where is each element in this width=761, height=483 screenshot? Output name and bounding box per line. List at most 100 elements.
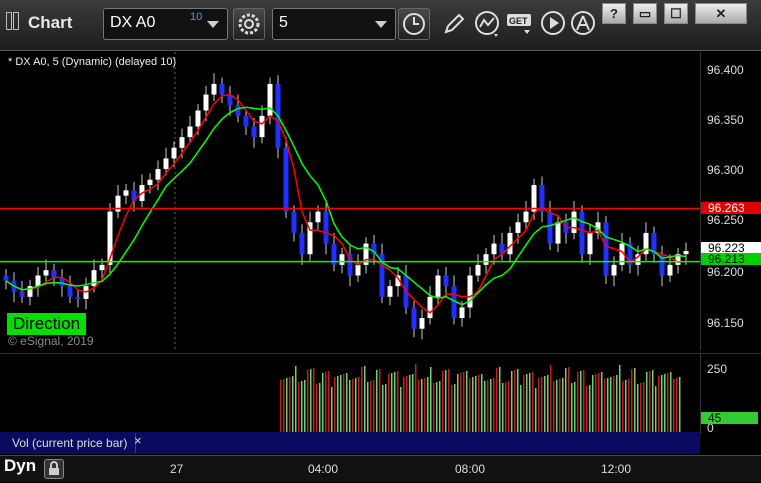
volume-bar (367, 382, 369, 432)
volume-bar (643, 382, 645, 432)
candle-body (115, 195, 121, 212)
price-chart[interactable] (0, 52, 700, 350)
volume-bar (604, 379, 606, 432)
time-button[interactable] (398, 8, 430, 40)
volume-bar (541, 377, 543, 432)
volume-bar (631, 369, 633, 432)
volume-bar (436, 382, 438, 432)
volume-bar (460, 373, 462, 432)
candle-body (491, 243, 497, 255)
price-axis[interactable]: 96.400 96.350 96.300 96.250 96.200 96.15… (700, 52, 761, 350)
candle-body (419, 318, 425, 329)
candle-body (251, 126, 257, 138)
volume-bar (358, 377, 360, 432)
close-icon[interactable]: × (134, 433, 142, 448)
volume-bar (349, 380, 351, 432)
alert-icon[interactable] (570, 10, 598, 38)
chevron-down-icon[interactable] (207, 21, 219, 28)
volume-bar (505, 382, 507, 432)
volume-current-tag: 45 (701, 412, 758, 424)
close-button[interactable]: ✕ (695, 3, 747, 24)
price-pane[interactable] (0, 52, 700, 350)
pencil-icon[interactable] (440, 10, 468, 38)
volume-bar (346, 373, 348, 432)
volume-bar (451, 385, 453, 432)
volume-bar (664, 374, 666, 432)
candle-body (667, 264, 673, 276)
volume-bar (556, 380, 558, 432)
candle-body (515, 222, 521, 233)
settings-icon (238, 13, 260, 35)
interval-value: 5 (279, 14, 288, 31)
volume-bar (625, 380, 627, 432)
chevron-down-icon[interactable] (375, 21, 387, 28)
volume-axis[interactable]: 250 0 45 (700, 353, 761, 435)
candle-body (259, 115, 265, 138)
lock-icon[interactable] (44, 459, 64, 479)
volume-bar (577, 372, 579, 432)
volume-bar (619, 365, 621, 432)
volume-bar (472, 377, 474, 432)
volume-bar (388, 374, 390, 432)
volume-bar (400, 387, 402, 432)
play-icon[interactable] (540, 10, 568, 38)
copyright-text: © eSignal, 2019 (8, 334, 94, 348)
candle-body (99, 264, 105, 271)
volume-bar (565, 368, 567, 432)
time-axis[interactable]: Dyn 27 04:00 08:00 12:00 (0, 455, 761, 482)
volume-bar (559, 379, 561, 432)
window-title: Chart (28, 13, 73, 32)
volume-bar (457, 374, 459, 432)
symbol-input[interactable]: DX A0 10 (103, 8, 228, 40)
dynamic-label[interactable]: Dyn (4, 456, 36, 476)
volume-bar (382, 385, 384, 432)
volume-bar (490, 379, 492, 432)
volume-bar (322, 373, 324, 432)
volume-bar (595, 374, 597, 432)
volume-bar (646, 372, 648, 432)
volume-bar (526, 374, 528, 432)
volume-study-label[interactable]: Vol (current price bar) (4, 433, 137, 453)
volume-bar (568, 367, 570, 432)
title-bar: Chart DX A0 10 5 GET ? ▭ ☐ ✕ (0, 0, 761, 51)
volume-bar (499, 367, 501, 432)
volume-bar (454, 384, 456, 432)
candle-body (291, 211, 297, 233)
candle-body (163, 158, 169, 170)
volume-bar (544, 376, 546, 432)
svg-text:GET: GET (509, 16, 528, 26)
clock-icon (403, 13, 425, 35)
study-icon[interactable] (474, 10, 502, 38)
volume-bar (598, 373, 600, 432)
volume-bar (331, 387, 333, 432)
candle-body (35, 275, 41, 287)
volume-bar (466, 371, 468, 432)
volume-chart[interactable] (0, 354, 700, 432)
price-tick: 96.200 (707, 265, 744, 279)
volume-bar (301, 381, 303, 432)
volume-bar (586, 386, 588, 432)
get-icon[interactable]: GET (506, 10, 536, 38)
symbol-value: DX A0 (110, 14, 156, 31)
candle-body (611, 264, 617, 276)
chart-window: Chart DX A0 10 5 GET ? ▭ ☐ ✕ * DX A0, 5 … (0, 0, 761, 482)
price-tick: 96.150 (707, 316, 744, 330)
interval-select[interactable]: 5 (272, 8, 396, 40)
maximize-button[interactable]: ☐ (664, 3, 688, 24)
chart-caption: * DX A0, 5 (Dynamic) (delayed 10) (8, 56, 177, 68)
direction-badge: Direction (7, 313, 87, 335)
volume-pane[interactable] (0, 353, 700, 434)
volume-bar (508, 381, 510, 432)
volume-bar (628, 379, 630, 432)
volume-bar (517, 369, 519, 432)
price-tick: 96.300 (707, 163, 744, 177)
volume-bar (355, 378, 357, 432)
settings-button[interactable] (233, 8, 265, 40)
help-button[interactable]: ? (602, 3, 626, 24)
restore-button[interactable]: ▭ (633, 3, 657, 24)
volume-bar (538, 378, 540, 432)
volume-bar (412, 374, 414, 432)
volume-bar (286, 378, 288, 432)
volume-bar (571, 383, 573, 432)
candle-body (603, 222, 609, 276)
